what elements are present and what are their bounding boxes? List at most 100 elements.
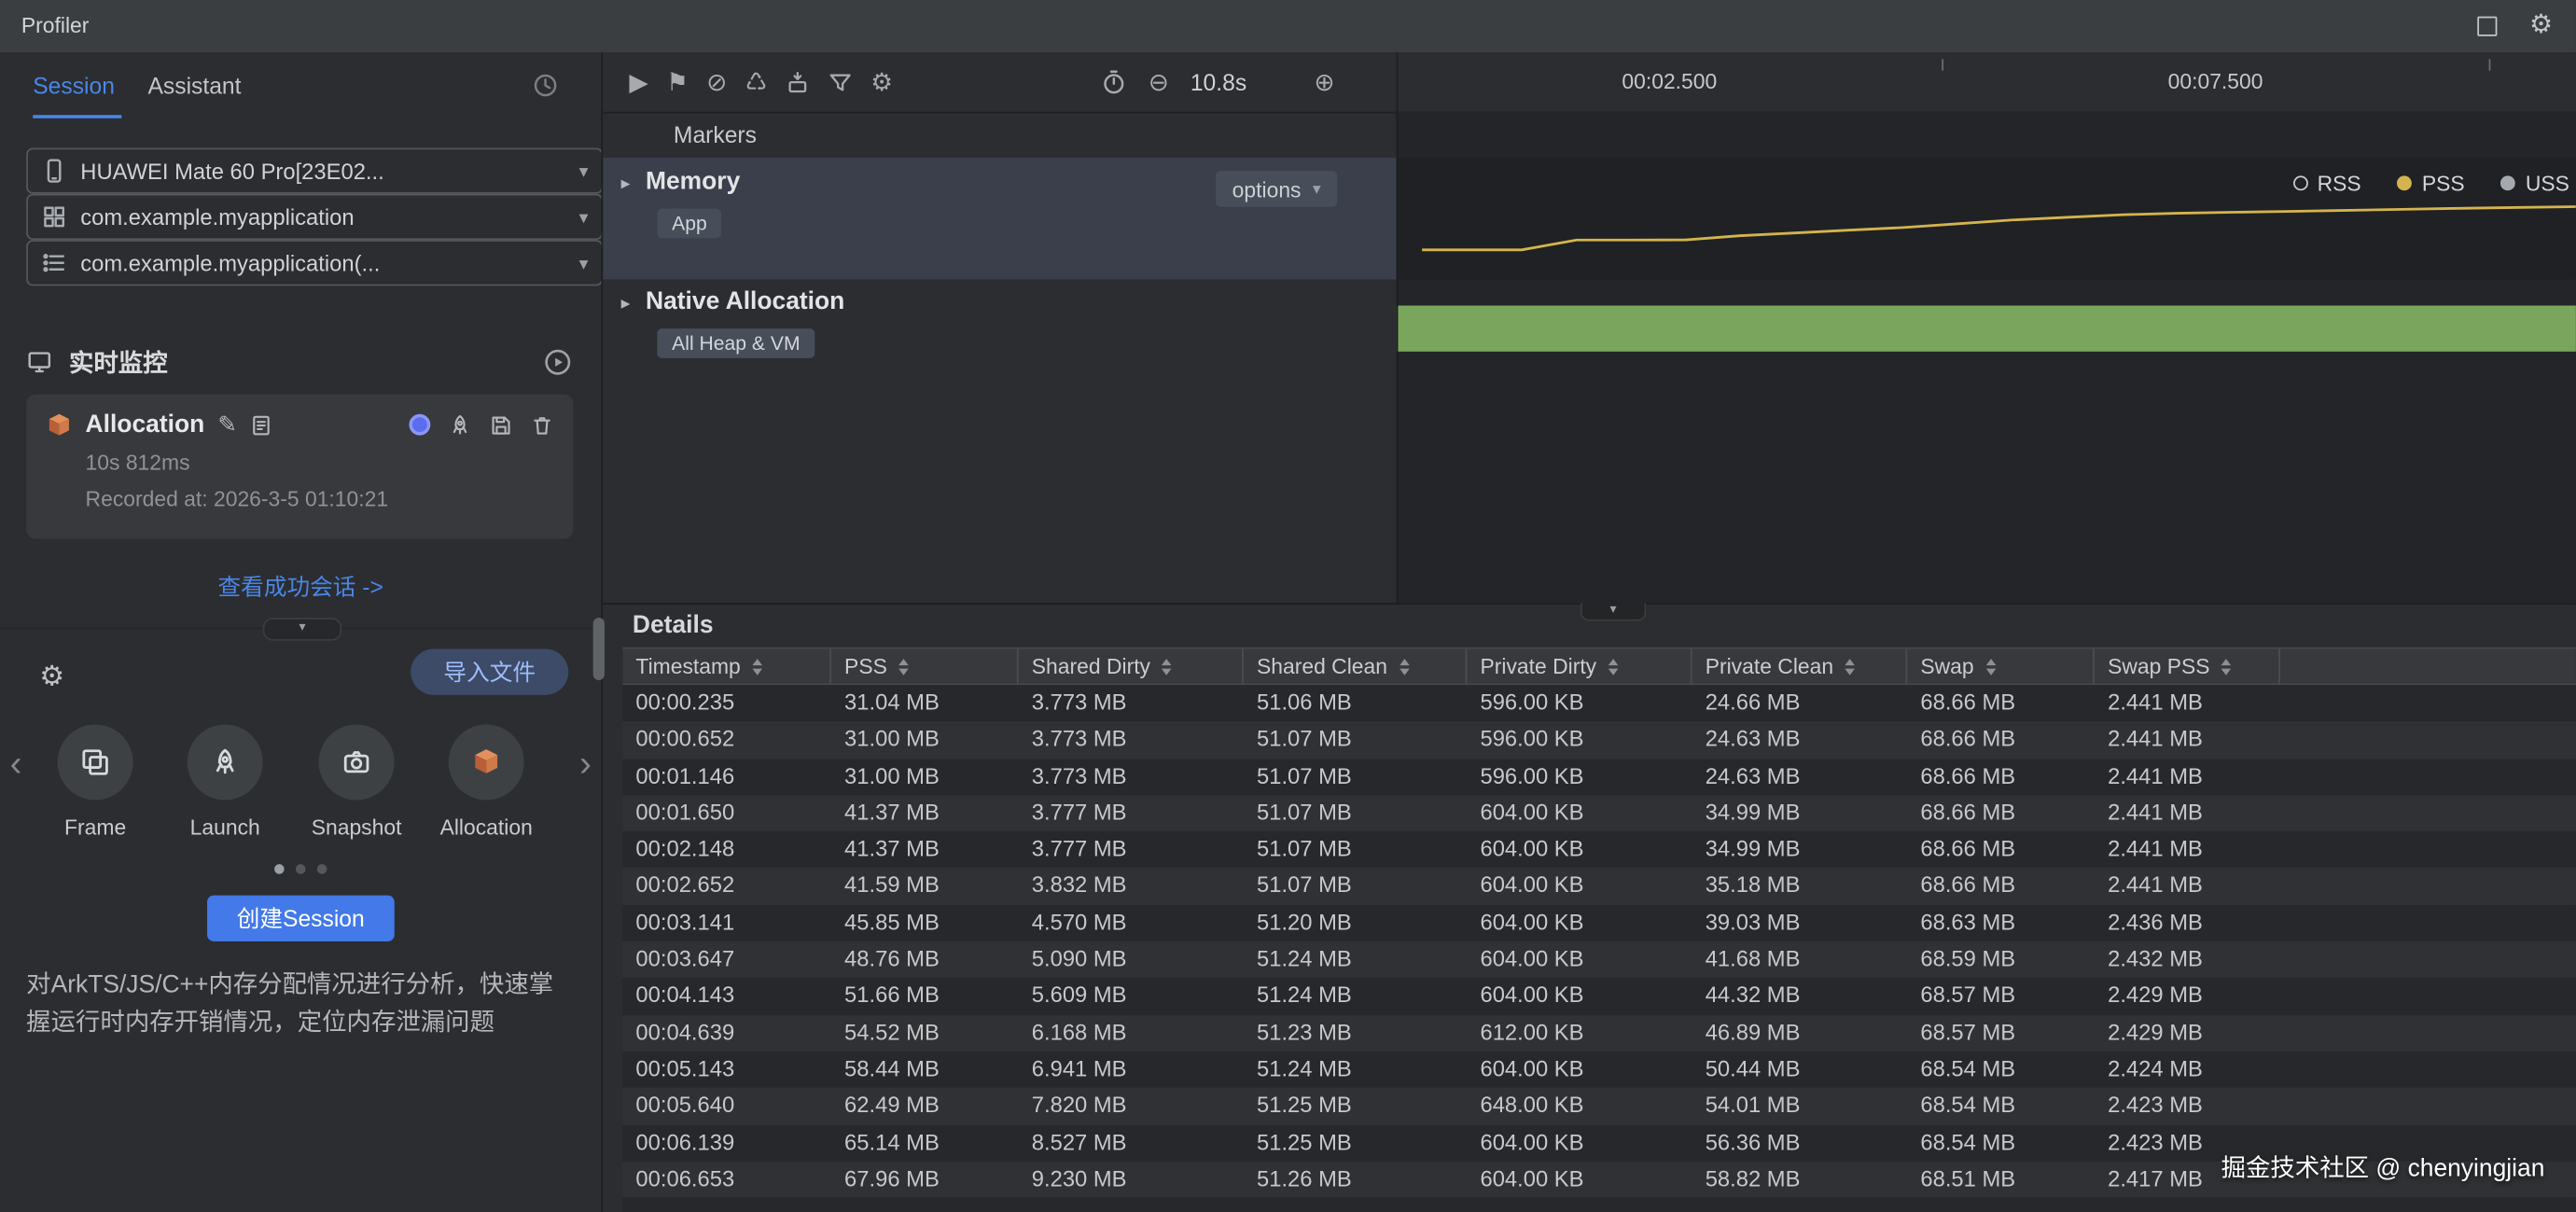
delete-trash-icon[interactable] — [531, 413, 554, 437]
dump-icon[interactable] — [786, 70, 810, 94]
carousel-next-icon[interactable]: › — [579, 743, 592, 786]
stop-record-icon[interactable]: ⊘ — [706, 70, 727, 94]
table-row[interactable]: 00:03.14145.85 MB4.570 MB51.20 MB604.00 … — [622, 905, 2576, 941]
table-cell: 68.54 MB — [1907, 1052, 2095, 1088]
table-row[interactable]: 00:04.63954.52 MB6.168 MB51.23 MB612.00 … — [622, 1015, 2576, 1052]
restore-window-button[interactable] — [2477, 17, 2497, 36]
play-icon[interactable]: ▶ — [629, 70, 647, 94]
tab-assistant-label: Assistant — [147, 72, 241, 98]
launch-rocket-icon[interactable] — [449, 413, 472, 437]
table-cell: 00:00.235 — [622, 685, 831, 721]
table-row[interactable]: 00:02.65241.59 MB3.832 MB51.07 MB604.00 … — [622, 869, 2576, 905]
native-allocation-bar[interactable] — [1397, 306, 2576, 352]
history-clock-icon[interactable] — [532, 72, 558, 98]
toolbar-settings-gear-icon[interactable]: ⚙ — [870, 70, 893, 94]
create-session-button[interactable]: 创建Session — [207, 896, 394, 941]
profiler-window: Profiler ⚙ Session Assistant HUAWEI Mate… — [0, 0, 2576, 1212]
table-row[interactable]: 00:00.23531.04 MB3.773 MB51.06 MB596.00 … — [622, 685, 2576, 721]
tool-frame[interactable]: Frame — [31, 725, 159, 840]
table-cell: 46.89 MB — [1692, 1015, 1908, 1052]
marker-flag-icon[interactable]: ⚑ — [666, 70, 689, 94]
tool-snapshot[interactable]: Snapshot — [292, 725, 420, 840]
app-selector[interactable]: com.example.myapplication ▾ — [26, 194, 603, 240]
tab-assistant[interactable]: Assistant — [147, 72, 241, 98]
details-panel: ▾ Details TimestampPSSShared DirtyShared… — [603, 603, 2576, 1212]
table-cell: 2.441 MB — [2095, 869, 2280, 905]
pagination-dot[interactable] — [274, 864, 285, 874]
details-table-header: TimestampPSSShared DirtyShared CleanPriv… — [622, 648, 2576, 685]
column-header-shared-dirty[interactable]: Shared Dirty — [1019, 649, 1244, 684]
column-header-timestamp[interactable]: Timestamp — [622, 649, 831, 684]
table-cell: 00:06.139 — [622, 1124, 831, 1161]
sort-icon — [1162, 658, 1172, 675]
zoom-out-button[interactable]: ⊖ — [1149, 67, 1169, 97]
filter-icon[interactable] — [828, 70, 852, 94]
table-cell: 2.441 MB — [2095, 759, 2280, 795]
memory-options-button[interactable]: options ▾ — [1216, 171, 1337, 207]
sort-icon — [1985, 658, 1996, 675]
table-cell: 3.773 MB — [1019, 759, 1244, 795]
tool-launch[interactable]: Launch — [161, 725, 289, 840]
edit-pencil-icon[interactable]: ✎ — [217, 411, 237, 439]
zoom-in-button[interactable]: ⊕ — [1314, 67, 1334, 97]
table-cell: 68.51 MB — [1907, 1162, 2095, 1198]
panel-splitter-handle[interactable] — [593, 618, 605, 680]
import-file-label: 导入文件 — [443, 656, 536, 689]
details-collapse-handle[interactable]: ▾ — [1580, 603, 1646, 620]
sidebar: Session Assistant HUAWEI Mate 60 Pro[23E… — [0, 52, 603, 1212]
tab-session[interactable]: Session — [33, 72, 115, 98]
sidebar-collapse-handle[interactable]: ▾ — [263, 618, 342, 641]
carousel-prev-icon[interactable]: ‹ — [10, 743, 22, 786]
pagination-dot[interactable] — [317, 864, 327, 874]
column-header-pss[interactable]: PSS — [831, 649, 1019, 684]
table-cell: 44.32 MB — [1692, 978, 1908, 1014]
record-indicator-icon[interactable] — [409, 414, 430, 436]
sidebar-settings-gear-icon[interactable]: ⚙ — [39, 661, 64, 693]
table-cell-filler — [2280, 759, 2576, 795]
table-row[interactable]: 00:01.14631.00 MB3.773 MB51.07 MB596.00 … — [622, 759, 2576, 795]
expand-arrow-icon[interactable]: ▸ — [621, 292, 631, 313]
table-cell: 68.63 MB — [1907, 905, 2095, 941]
table-row[interactable]: 00:00.65231.00 MB3.773 MB51.07 MB596.00 … — [622, 722, 2576, 759]
tool-allocation[interactable]: Allocation — [423, 725, 550, 840]
table-row[interactable]: 00:01.65041.37 MB3.777 MB51.07 MB604.00 … — [622, 795, 2576, 831]
import-file-button[interactable]: 导入文件 — [411, 649, 568, 695]
table-cell: 604.00 KB — [1467, 1052, 1692, 1088]
table-cell: 34.99 MB — [1692, 795, 1908, 831]
pagination-dot[interactable] — [296, 864, 306, 874]
legend-rss[interactable]: RSS — [2292, 171, 2360, 195]
memory-chart-lane[interactable]: RSS PSS USS — [1397, 158, 2576, 279]
legend-uss[interactable]: USS — [2500, 171, 2569, 195]
table-cell: 2.436 MB — [2095, 905, 2280, 941]
table-row[interactable]: 00:05.64062.49 MB7.820 MB51.25 MB648.00 … — [622, 1088, 2576, 1124]
timer-icon[interactable] — [1101, 69, 1127, 95]
markers-row[interactable]: Markers — [603, 112, 1396, 158]
device-selector[interactable]: HUAWEI Mate 60 Pro[23E02... ▾ — [26, 147, 603, 193]
timeline-ruler[interactable]: 00:02.500 00:07.500 — [1397, 52, 2576, 111]
settings-gear-icon[interactable]: ⚙ — [2529, 13, 2553, 39]
garbage-collect-icon[interactable]: ♺ — [745, 70, 768, 94]
table-row[interactable]: 00:05.14358.44 MB6.941 MB51.24 MB604.00 … — [622, 1052, 2576, 1088]
expand-arrow-icon[interactable]: ▸ — [621, 173, 631, 194]
save-icon[interactable] — [490, 413, 513, 437]
legend-pss[interactable]: PSS — [2397, 171, 2464, 195]
camera-icon — [341, 747, 371, 777]
view-success-sessions-link[interactable]: 查看成功会话 -> — [0, 570, 601, 603]
table-row[interactable]: 00:03.64748.76 MB5.090 MB51.24 MB604.00 … — [622, 941, 2576, 978]
column-header-swap[interactable]: Swap — [1907, 649, 2095, 684]
table-cell: 7.820 MB — [1019, 1088, 1244, 1124]
realtime-monitor-section: 实时监控 — [26, 341, 572, 381]
memory-track-header[interactable]: ▸ Memory App options ▾ — [603, 158, 1396, 279]
table-row[interactable]: 00:02.14841.37 MB3.777 MB51.07 MB604.00 … — [622, 831, 2576, 868]
table-row[interactable]: 00:04.14351.66 MB5.609 MB51.24 MB604.00 … — [622, 978, 2576, 1014]
run-circle-icon[interactable] — [544, 347, 572, 375]
session-card[interactable]: Allocation ✎ 10s — [26, 395, 573, 539]
process-selector[interactable]: com.example.myapplication(... ▾ — [26, 240, 603, 286]
table-cell: 51.07 MB — [1244, 831, 1467, 868]
column-header-shared-clean[interactable]: Shared Clean — [1244, 649, 1467, 684]
column-header-swap-pss[interactable]: Swap PSS — [2095, 649, 2280, 684]
column-header-private-clean[interactable]: Private Clean — [1692, 649, 1908, 684]
column-header-private-dirty[interactable]: Private Dirty — [1467, 649, 1692, 684]
note-icon[interactable] — [250, 413, 273, 437]
native-allocation-track-header[interactable]: ▸ Native Allocation All Heap & VM — [603, 279, 1396, 368]
